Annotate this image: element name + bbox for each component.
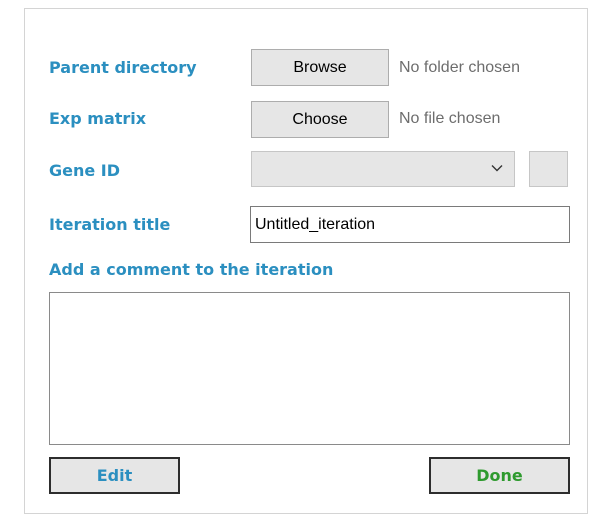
iteration-title-input[interactable] <box>250 206 570 243</box>
chevron-down-icon <box>491 165 503 172</box>
browse-button[interactable]: Browse <box>251 49 389 86</box>
gene-id-select[interactable] <box>251 151 515 187</box>
parent-directory-label: Parent directory <box>49 58 197 77</box>
exp-matrix-status: No file chosen <box>399 110 501 127</box>
window-background: Parent directory Browse No folder chosen… <box>0 0 597 522</box>
iteration-form-panel: Parent directory Browse No folder chosen… <box>24 8 588 514</box>
choose-file-button[interactable]: Choose <box>251 101 389 138</box>
comment-label: Add a comment to the iteration <box>49 260 334 279</box>
exp-matrix-label: Exp matrix <box>49 109 147 128</box>
comment-textarea[interactable] <box>49 292 570 445</box>
parent-directory-status: No folder chosen <box>399 59 520 76</box>
gene-id-label: Gene ID <box>49 161 121 180</box>
edit-button[interactable]: Edit <box>49 457 180 494</box>
iteration-title-label: Iteration title <box>49 215 171 234</box>
done-button[interactable]: Done <box>429 457 570 494</box>
gene-id-extra-box[interactable] <box>529 151 568 187</box>
